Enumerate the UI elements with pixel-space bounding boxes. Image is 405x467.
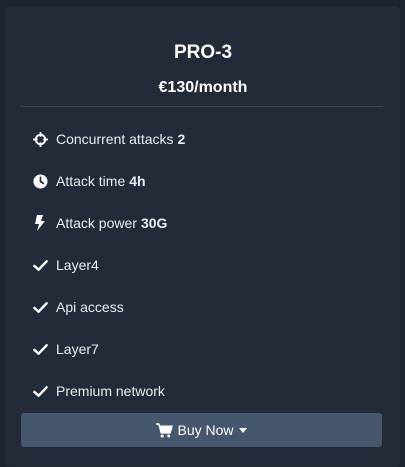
check-icon — [32, 341, 48, 357]
caret-down-icon — [238, 427, 247, 433]
feature-label: Api access — [56, 299, 124, 315]
check-icon — [32, 257, 48, 273]
feature-value: 30G — [140, 215, 168, 231]
feature-api-access: Api access — [32, 296, 124, 318]
check-icon — [32, 383, 48, 399]
feature-attack-time: Attack time 4h — [32, 170, 146, 192]
feature-layer7: Layer7 — [32, 338, 99, 360]
feature-label: Premium network — [56, 383, 165, 399]
feature-attack-power: Attack power 30G — [32, 212, 167, 234]
bolt-icon — [32, 215, 48, 231]
plan-price: €130/month — [158, 79, 248, 96]
check-icon — [32, 299, 48, 315]
feature-concurrent-attacks: Concurrent attacks 2 — [32, 128, 185, 150]
divider — [20, 106, 383, 107]
feature-value: 2 — [177, 131, 186, 147]
plan-title: PRO-3 — [173, 42, 233, 63]
crosshair-icon — [32, 131, 48, 147]
buy-now-label: Buy Now — [177, 422, 234, 438]
feature-label: Layer7 — [56, 341, 99, 357]
feature-premium-network: Premium network — [32, 380, 165, 402]
feature-layer4: Layer4 — [32, 254, 99, 276]
pricing-card: PRO-3 €130/month Concurrent attacks 2 At… — [6, 6, 400, 467]
cart-icon — [156, 422, 174, 438]
feature-label: Layer4 — [56, 257, 99, 273]
buy-now-button[interactable]: Buy Now — [21, 413, 382, 447]
feature-label: Concurrent attacks — [56, 131, 174, 147]
clock-icon — [32, 173, 48, 189]
feature-label: Attack power — [56, 215, 137, 231]
feature-label: Attack time — [56, 173, 126, 189]
feature-value: 4h — [129, 173, 146, 189]
